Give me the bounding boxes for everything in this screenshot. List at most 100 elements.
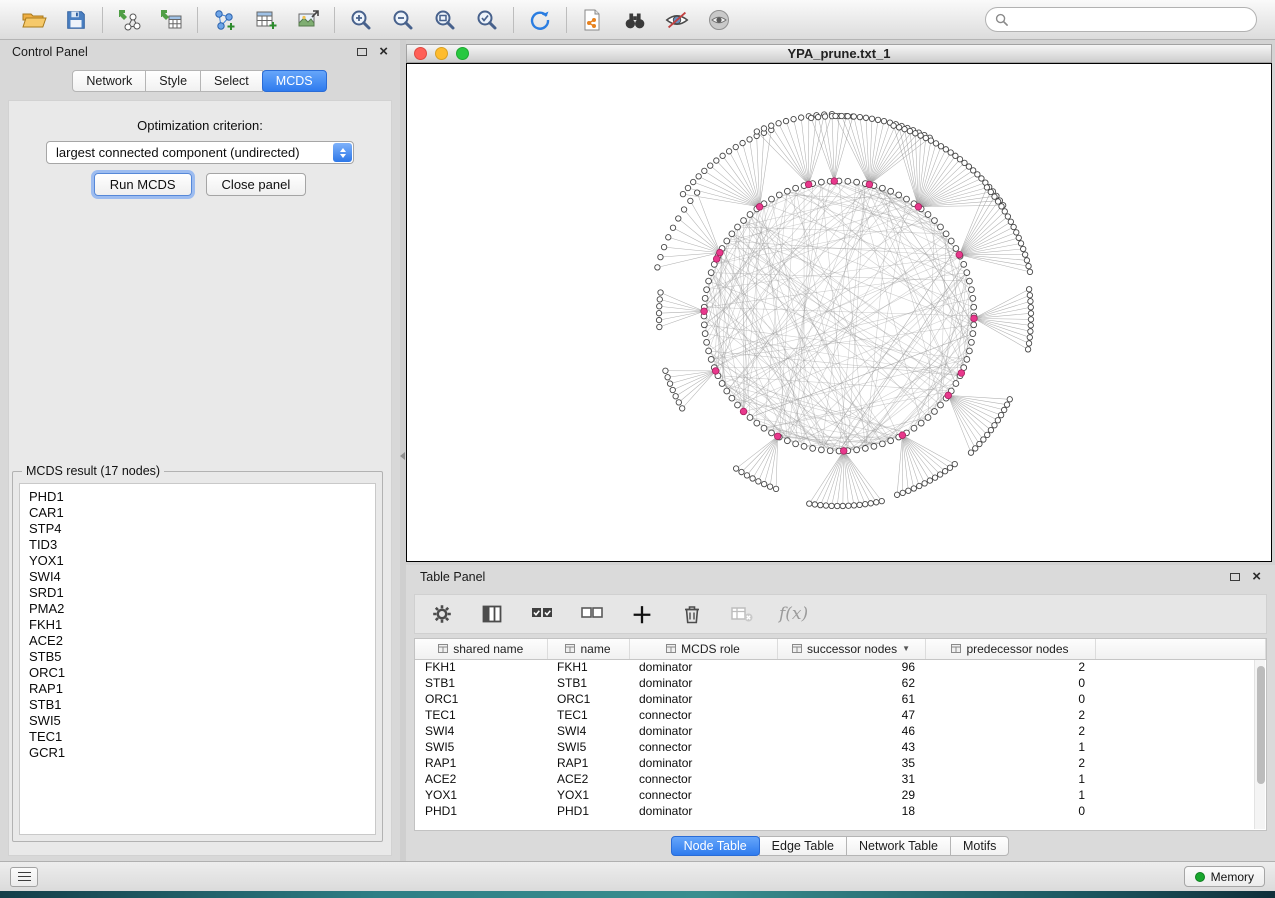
share-document-icon[interactable]: [579, 6, 607, 34]
cell-successor_nodes[interactable]: 18: [777, 803, 925, 819]
mcds-result-item[interactable]: ACE2: [29, 633, 375, 649]
mcds-result-item[interactable]: ORC1: [29, 665, 375, 681]
mcds-result-item[interactable]: STB5: [29, 649, 375, 665]
cell-name[interactable]: FKH1: [547, 659, 629, 675]
cell-name[interactable]: TEC1: [547, 707, 629, 723]
cell-shared_name[interactable]: FKH1: [415, 659, 547, 675]
cell-shared_name[interactable]: SWI5: [415, 739, 547, 755]
zoom-selected-icon[interactable]: [473, 6, 501, 34]
refresh-icon[interactable]: [526, 6, 554, 34]
mcds-result-item[interactable]: SRD1: [29, 585, 375, 601]
cell-successor_nodes[interactable]: 46: [777, 723, 925, 739]
cell-predecessor_nodes[interactable]: 1: [925, 739, 1095, 755]
cell-shared_name[interactable]: RAP1: [415, 755, 547, 771]
zoom-out-icon[interactable]: [389, 6, 417, 34]
column-header-shared-name[interactable]: shared name: [415, 639, 547, 659]
hide-eye-slash-icon[interactable]: [663, 6, 691, 34]
cell-predecessor_nodes[interactable]: 2: [925, 659, 1095, 675]
open-file-icon[interactable]: [20, 6, 48, 34]
table-settings-gear-icon[interactable]: [429, 601, 455, 627]
table-row[interactable]: PHD1PHD1dominator180: [415, 803, 1266, 819]
cell-successor_nodes[interactable]: 35: [777, 755, 925, 771]
column-header-successor-nodes[interactable]: successor nodes▼: [777, 639, 925, 659]
column-header-name[interactable]: name: [547, 639, 629, 659]
window-minimize-icon[interactable]: [435, 47, 448, 60]
table-row[interactable]: ORC1ORC1dominator610: [415, 691, 1266, 707]
create-column-icon[interactable]: ＋: [629, 601, 655, 627]
float-panel-icon[interactable]: [357, 48, 367, 56]
mcds-result-item[interactable]: SWI5: [29, 713, 375, 729]
cell-mcds_role[interactable]: connector: [629, 771, 777, 787]
mcds-result-item[interactable]: YOX1: [29, 553, 375, 569]
cell-mcds_role[interactable]: connector: [629, 707, 777, 723]
table-row[interactable]: RAP1RAP1dominator352: [415, 755, 1266, 771]
show-columns-icon[interactable]: [479, 601, 505, 627]
cell-successor_nodes[interactable]: 43: [777, 739, 925, 755]
mcds-result-item[interactable]: PHD1: [29, 489, 375, 505]
deselect-all-columns-icon[interactable]: [579, 601, 605, 627]
search-input[interactable]: [1013, 13, 1247, 27]
cell-successor_nodes[interactable]: 29: [777, 787, 925, 803]
cell-predecessor_nodes[interactable]: 1: [925, 787, 1095, 803]
table-row[interactable]: YOX1YOX1connector291: [415, 787, 1266, 803]
window-close-icon[interactable]: [414, 47, 427, 60]
run-mcds-button[interactable]: Run MCDS: [94, 173, 192, 196]
cell-name[interactable]: ACE2: [547, 771, 629, 787]
cell-name[interactable]: STB1: [547, 675, 629, 691]
mcds-result-item[interactable]: PMA2: [29, 601, 375, 617]
close-panel-button[interactable]: Close panel: [206, 173, 307, 196]
cell-successor_nodes[interactable]: 47: [777, 707, 925, 723]
mcds-result-item[interactable]: RAP1: [29, 681, 375, 697]
cell-name[interactable]: SWI4: [547, 723, 629, 739]
zoom-in-icon[interactable]: [347, 6, 375, 34]
mcds-result-item[interactable]: STB1: [29, 697, 375, 713]
cell-shared_name[interactable]: ACE2: [415, 771, 547, 787]
column-header-MCDS-role[interactable]: MCDS role: [629, 639, 777, 659]
network-canvas[interactable]: [406, 63, 1272, 562]
cell-shared_name[interactable]: TEC1: [415, 707, 547, 723]
close-panel-icon[interactable]: ×: [379, 47, 388, 57]
cell-name[interactable]: RAP1: [547, 755, 629, 771]
find-binoculars-icon[interactable]: [621, 6, 649, 34]
cell-name[interactable]: SWI5: [547, 739, 629, 755]
mcds-result-item[interactable]: TID3: [29, 537, 375, 553]
mcds-result-item[interactable]: TEC1: [29, 729, 375, 745]
cell-mcds_role[interactable]: dominator: [629, 803, 777, 819]
cell-shared_name[interactable]: ORC1: [415, 691, 547, 707]
cell-predecessor_nodes[interactable]: 0: [925, 675, 1095, 691]
tab-style[interactable]: Style: [145, 70, 201, 92]
tab-network[interactable]: Network: [72, 70, 146, 92]
mcds-result-item[interactable]: CAR1: [29, 505, 375, 521]
table-row[interactable]: FKH1FKH1dominator962: [415, 659, 1266, 675]
tab-network-table[interactable]: Network Table: [846, 836, 951, 856]
export-image-icon[interactable]: [294, 6, 322, 34]
cell-name[interactable]: YOX1: [547, 787, 629, 803]
import-network-icon[interactable]: [115, 6, 143, 34]
network-graph[interactable]: [407, 64, 1271, 561]
import-table-icon[interactable]: [157, 6, 185, 34]
table-row[interactable]: SWI5SWI5connector431: [415, 739, 1266, 755]
table-scrollbar-thumb[interactable]: [1257, 666, 1265, 784]
menu-hamburger-icon[interactable]: [10, 867, 38, 887]
delete-column-icon[interactable]: [679, 601, 705, 627]
cell-shared_name[interactable]: YOX1: [415, 787, 547, 803]
cell-shared_name[interactable]: SWI4: [415, 723, 547, 739]
cell-name[interactable]: ORC1: [547, 691, 629, 707]
cell-successor_nodes[interactable]: 62: [777, 675, 925, 691]
cell-predecessor_nodes[interactable]: 2: [925, 723, 1095, 739]
cell-mcds_role[interactable]: dominator: [629, 723, 777, 739]
cell-mcds_role[interactable]: dominator: [629, 659, 777, 675]
node-table[interactable]: shared namenameMCDS rolesuccessor nodes▼…: [415, 639, 1266, 819]
cell-mcds_role[interactable]: dominator: [629, 675, 777, 691]
mcds-result-list[interactable]: PHD1CAR1STP4TID3YOX1SWI4SRD1PMA2FKH1ACE2…: [19, 483, 376, 835]
cell-successor_nodes[interactable]: 61: [777, 691, 925, 707]
cell-predecessor_nodes[interactable]: 0: [925, 803, 1095, 819]
search-field[interactable]: [985, 7, 1257, 32]
cell-shared_name[interactable]: STB1: [415, 675, 547, 691]
network-window-titlebar[interactable]: YPA_prune.txt_1: [406, 44, 1272, 63]
tab-edge-table[interactable]: Edge Table: [759, 836, 847, 856]
cell-name[interactable]: PHD1: [547, 803, 629, 819]
cell-predecessor_nodes[interactable]: 0: [925, 691, 1095, 707]
tab-select[interactable]: Select: [200, 70, 263, 92]
cell-predecessor_nodes[interactable]: 2: [925, 755, 1095, 771]
